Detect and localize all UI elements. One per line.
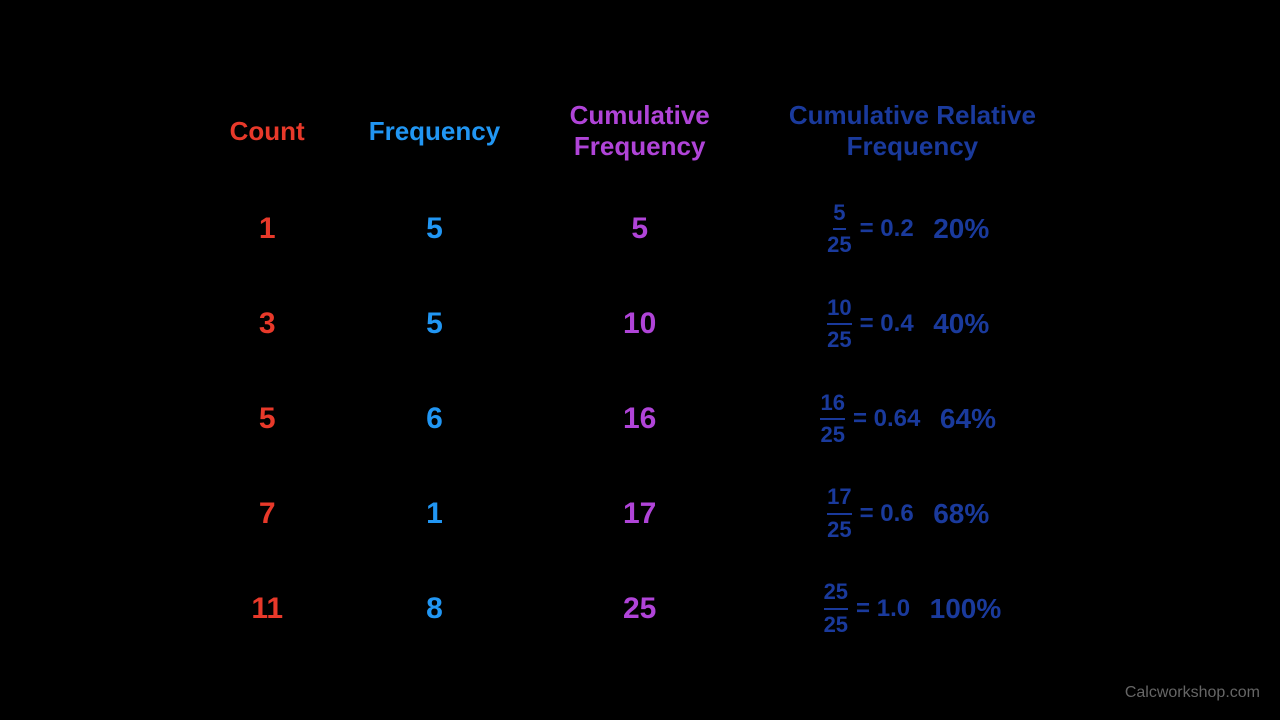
decimal-2: = 0.64	[853, 405, 920, 433]
denominator-3: 25	[827, 515, 851, 543]
decimal-3: = 0.6	[860, 500, 914, 528]
numerator-2: 16	[820, 390, 844, 420]
fraction-0: 5 25	[827, 200, 851, 259]
cell-cumfreq-2: 16	[535, 372, 745, 467]
table-row: 11 8 25 25 25 = 1.0 100%	[200, 561, 1080, 656]
header-cumulative-relative-frequency: Cumulative RelativeFrequency	[745, 90, 1080, 182]
denominator-1: 25	[827, 325, 851, 353]
numerator-3: 17	[827, 484, 851, 514]
cell-freq-3: 1	[334, 466, 534, 561]
frequency-table: Count Frequency CumulativeFrequency Cumu…	[200, 90, 1080, 656]
cell-cumrelfreq-1: 10 25 = 0.4 40%	[745, 277, 1080, 372]
fraction-1: 10 25	[827, 295, 851, 354]
cell-freq-2: 6	[334, 372, 534, 467]
main-table-container: Count Frequency CumulativeFrequency Cumu…	[200, 90, 1080, 656]
cell-freq-4: 8	[334, 561, 534, 656]
percent-2: 64%	[924, 403, 1004, 435]
cell-count-2: 5	[200, 372, 334, 467]
decimal-4: = 1.0	[856, 595, 910, 623]
decimal-1: = 0.4	[860, 310, 914, 338]
cell-cumrelfreq-2: 16 25 = 0.64 64%	[745, 372, 1080, 467]
fraction-2: 16 25	[820, 390, 844, 449]
numerator-1: 10	[827, 295, 851, 325]
cell-freq-0: 5	[334, 182, 534, 277]
cell-count-3: 7	[200, 466, 334, 561]
cell-cumfreq-1: 10	[535, 277, 745, 372]
table-row: 7 1 17 17 25 = 0.6 68%	[200, 466, 1080, 561]
denominator-0: 25	[827, 230, 851, 258]
percent-4: 100%	[914, 593, 1001, 625]
header-cumulative-frequency: CumulativeFrequency	[535, 90, 745, 182]
numerator-4: 25	[824, 579, 848, 609]
denominator-4: 25	[824, 610, 848, 638]
table-row: 1 5 5 5 25 = 0.2 20%	[200, 182, 1080, 277]
decimal-0: = 0.2	[860, 215, 914, 243]
numerator-0: 5	[833, 200, 845, 230]
header-count: Count	[200, 90, 334, 182]
table-row: 5 6 16 16 25 = 0.64 64%	[200, 372, 1080, 467]
watermark: Calcworkshop.com	[1125, 684, 1260, 702]
percent-1: 40%	[918, 308, 998, 340]
denominator-2: 25	[820, 420, 844, 448]
cell-count-0: 1	[200, 182, 334, 277]
cell-cumrelfreq-0: 5 25 = 0.2 20%	[745, 182, 1080, 277]
cell-freq-1: 5	[334, 277, 534, 372]
percent-3: 68%	[918, 498, 998, 530]
header-frequency: Frequency	[334, 90, 534, 182]
cell-cumfreq-4: 25	[535, 561, 745, 656]
cell-count-1: 3	[200, 277, 334, 372]
percent-0: 20%	[918, 213, 998, 245]
cell-cumrelfreq-3: 17 25 = 0.6 68%	[745, 466, 1080, 561]
cell-cumfreq-3: 17	[535, 466, 745, 561]
cell-cumrelfreq-4: 25 25 = 1.0 100%	[745, 561, 1080, 656]
cell-count-4: 11	[200, 561, 334, 656]
fraction-4: 25 25	[824, 579, 848, 638]
table-row: 3 5 10 10 25 = 0.4 40%	[200, 277, 1080, 372]
fraction-3: 17 25	[827, 484, 851, 543]
cell-cumfreq-0: 5	[535, 182, 745, 277]
